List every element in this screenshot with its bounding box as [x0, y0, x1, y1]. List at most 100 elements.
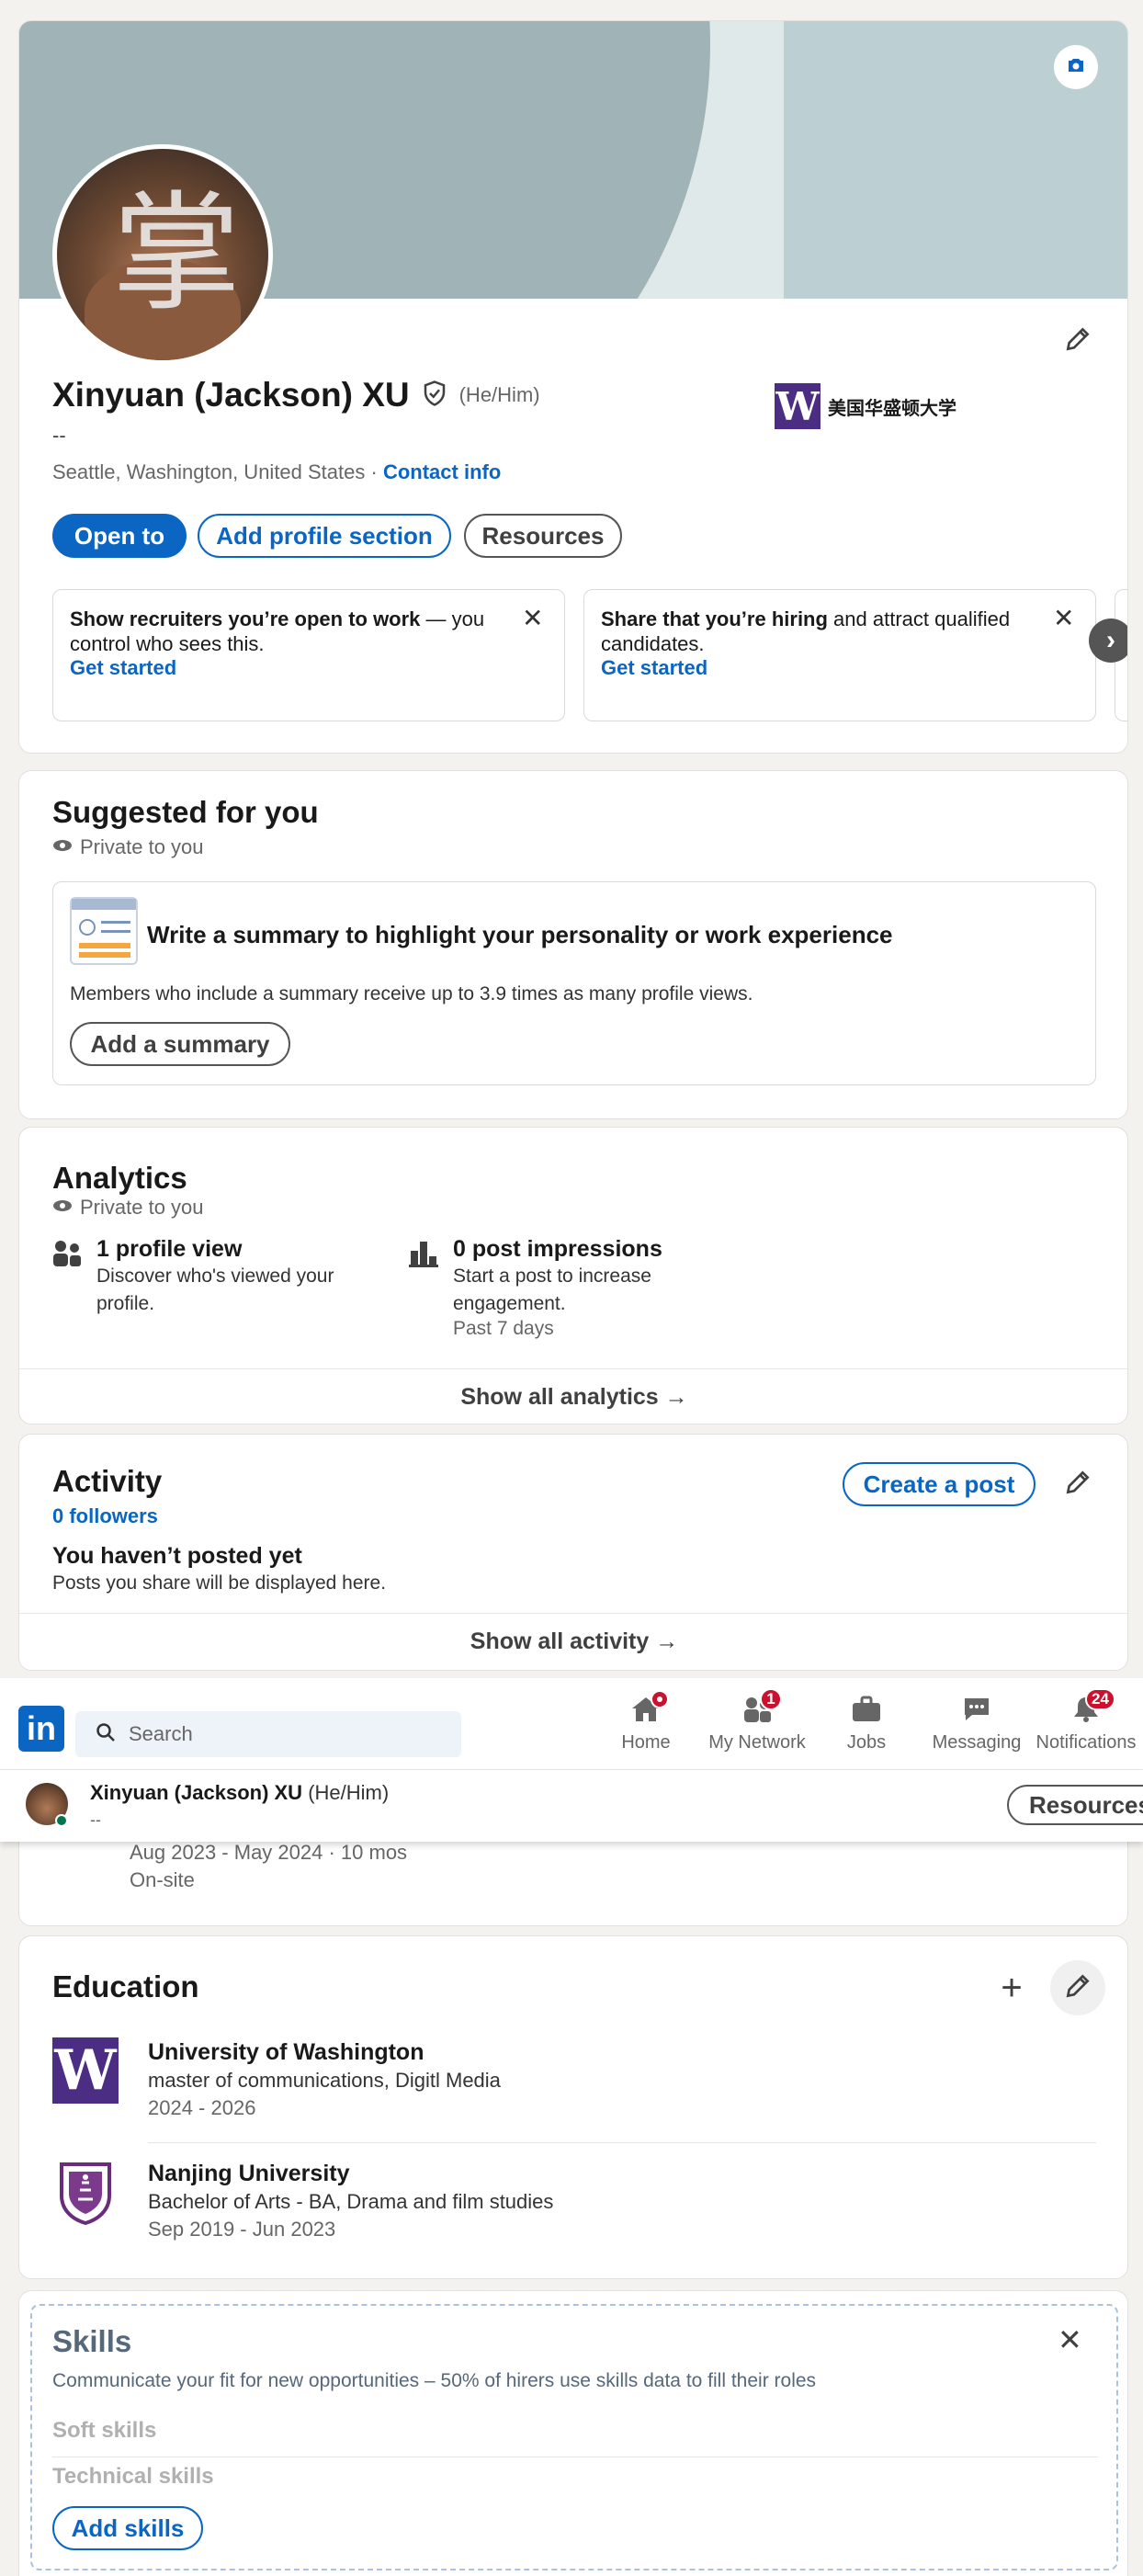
summary-suggestion: Write a summary to highlight your person… — [52, 881, 1096, 1085]
network-badge: 1 — [760, 1687, 782, 1710]
soft-skills-label: Soft skills — [52, 2418, 157, 2443]
nav-my-network[interactable]: 1 My Network — [701, 1678, 813, 1770]
profile-headline: -- — [52, 424, 66, 447]
summary-body: Members who include a summary receive up… — [70, 983, 753, 1004]
suggested-private-label: Private to you — [80, 835, 204, 858]
resources-button[interactable]: Resources — [464, 514, 622, 558]
post-impressions-title: 0 post impressions — [453, 1236, 662, 1262]
experience-dates: Aug 2023 - May 2024 · 10 mos — [130, 1841, 408, 1864]
nav-home-label: Home — [621, 1731, 671, 1753]
activity-title: Activity — [52, 1464, 163, 1498]
post-impressions-desc: Start a post to increase engagement. — [453, 1265, 651, 1314]
sticky-headline: -- — [90, 1810, 101, 1829]
hiring-link[interactable]: Get started — [601, 656, 1079, 680]
years: Sep 2019 - Jun 2023 — [148, 2218, 336, 2241]
top-school-name: 美国华盛顿大学 — [828, 396, 956, 419]
eye-icon — [52, 1198, 73, 1218]
close-icon[interactable]: ✕ — [1058, 2322, 1082, 2357]
close-icon[interactable]: ✕ — [522, 603, 543, 633]
profile-name: Xinyuan (Jackson) XU — [52, 376, 410, 414]
nav-messaging-label: Messaging — [932, 1731, 1022, 1753]
hiring-bold: Share that you’re hiring — [601, 607, 828, 630]
linkedin-logo[interactable]: in — [18, 1706, 64, 1752]
summary-illustration-icon — [70, 897, 138, 965]
show-all-activity-link[interactable]: Show all activity → — [19, 1613, 1127, 1670]
edit-activity-button[interactable] — [1050, 1457, 1105, 1512]
uw-logo: W — [52, 2037, 119, 2104]
pencil-icon — [1063, 1971, 1092, 2005]
avatar[interactable]: 掌 — [52, 144, 273, 365]
years: 2024 - 2026 — [148, 2096, 256, 2119]
followers-link[interactable]: 0 followers — [52, 1504, 158, 1528]
analytics-title: Analytics — [52, 1161, 187, 1195]
open-to-work-link[interactable]: Get started — [70, 656, 548, 680]
show-all-analytics-link[interactable]: Show all analytics → — [19, 1368, 1127, 1424]
analytics-private-label: Private to you — [80, 1196, 204, 1219]
technical-skills-label: Technical skills — [52, 2464, 214, 2489]
education-item[interactable]: W University of Washington master of com… — [52, 2037, 1096, 2139]
post-impressions-period: Past 7 days — [453, 1318, 554, 1339]
home-icon — [630, 1689, 669, 1729]
no-posts-desc: Posts you share will be displayed here. — [52, 1572, 387, 1594]
add-education-button[interactable]: + — [984, 1960, 1039, 2015]
profile-views-title: 1 profile view — [96, 1236, 243, 1262]
sticky-name: Xinyuan (Jackson) XU — [90, 1781, 303, 1804]
open-to-button[interactable]: Open to — [52, 514, 187, 558]
hiring-card: Share that you’re hiring and attract qua… — [583, 589, 1096, 721]
uw-logo-letter: W — [775, 383, 820, 429]
profile-top-card: 掌 Xinyuan (Jackson) XU (He/Him) -- Seatt… — [18, 20, 1128, 754]
search-icon — [96, 1722, 116, 1747]
skills-title: Skills — [52, 2324, 132, 2358]
skills-card: Skills ✕ Communicate your fit for new op… — [18, 2290, 1128, 2576]
profile-views-stat[interactable]: 1 profile view Discover who's viewed you… — [52, 1236, 402, 1318]
add-skills-button[interactable]: Add skills — [52, 2506, 203, 2550]
profile-location: Seattle, Washington, United States — [52, 460, 366, 483]
online-status-dot — [55, 1814, 68, 1827]
sticky-resources-button[interactable]: Resources — [1007, 1785, 1143, 1825]
school-name: University of Washington — [148, 2039, 424, 2065]
nav-messaging[interactable]: Messaging — [922, 1678, 1032, 1770]
activity-card: Activity 0 followers Create a post You h… — [18, 1434, 1128, 1671]
add-summary-button[interactable]: Add a summary — [70, 1022, 290, 1066]
search-placeholder: Search — [129, 1722, 193, 1745]
education-card: Education + W University of Washington m… — [18, 1935, 1128, 2279]
profile-views-desc: Discover who's viewed your profile. — [96, 1265, 334, 1314]
plus-icon: + — [1001, 1968, 1023, 2008]
add-profile-section-button[interactable]: Add profile section — [198, 514, 451, 558]
chevron-right-icon: › — [1106, 625, 1115, 655]
uw-logo-letter: W — [54, 2038, 117, 2103]
nav-jobs-label: Jobs — [846, 1731, 887, 1753]
nanjing-university-logo — [56, 2159, 115, 2226]
camera-icon — [1065, 54, 1087, 81]
verified-shield-icon[interactable] — [421, 380, 448, 412]
edit-intro-button[interactable] — [1050, 313, 1105, 369]
degree: master of communications, Digitl Media — [148, 2069, 501, 2092]
education-item[interactable]: Nanjing University Bachelor of Arts - BA… — [52, 2159, 1096, 2260]
contact-info-link[interactable]: Contact info — [383, 460, 501, 483]
summary-heading: Write a summary to highlight your person… — [147, 921, 893, 948]
skills-description: Communicate your fit for new opportuniti… — [52, 2370, 817, 2391]
no-posts-title: You haven’t posted yet — [52, 1543, 302, 1569]
school-name: Nanjing University — [148, 2161, 350, 2186]
create-post-button[interactable]: Create a post — [843, 1462, 1035, 1506]
bar-chart-icon — [409, 1240, 438, 1272]
search-input[interactable]: Search — [75, 1711, 461, 1757]
nav-jobs[interactable]: Jobs — [811, 1678, 922, 1770]
logo-text: in — [27, 1709, 56, 1747]
people-icon — [52, 1240, 82, 1272]
nav-my-network-label: My Network — [708, 1731, 806, 1753]
global-nav: in Search Home 1 My Network Jobs Messagi… — [0, 1678, 1143, 1770]
nav-home[interactable]: Home — [591, 1678, 701, 1770]
close-icon[interactable]: ✕ — [1053, 603, 1074, 633]
open-to-work-bold: Show recruiters you’re open to work — [70, 607, 421, 630]
carousel-next-button[interactable]: › — [1089, 618, 1127, 663]
notifications-badge: 24 — [1085, 1687, 1115, 1710]
edit-banner-button[interactable] — [1054, 45, 1098, 89]
post-impressions-stat[interactable]: 0 post impressions Start a post to incre… — [409, 1236, 758, 1340]
nav-notifications[interactable]: 24 Notifications — [1031, 1678, 1141, 1770]
edit-education-button[interactable] — [1050, 1960, 1105, 2015]
avatar-calligraphy: 掌 — [112, 179, 242, 329]
analytics-card: Analytics Private to you 1 profile view … — [18, 1127, 1128, 1424]
top-education[interactable]: W 美国华盛顿大学 — [775, 383, 956, 429]
chat-icon — [961, 1696, 992, 1729]
